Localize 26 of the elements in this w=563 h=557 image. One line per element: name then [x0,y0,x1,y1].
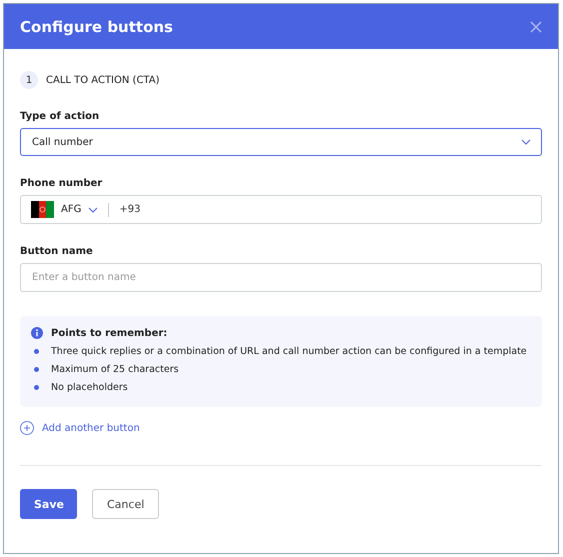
close-icon[interactable] [530,20,542,32]
button-name-input[interactable]: Enter a button name [20,263,542,292]
field-label: Button name [20,246,93,257]
info-item: Three quick replies or a combination of URL and call number action can be configured in a template [51,346,527,357]
field-label: Phone number [20,178,102,189]
flag-icon [31,201,54,218]
step-label: CALL TO ACTION (CTA) [46,74,160,86]
info-title: Points to remember: [51,328,168,338]
action-type-dropdown[interactable]: Call number [20,128,542,156]
field-label: Type of action [20,111,100,122]
plus-circle-icon[interactable] [20,421,34,435]
country-picker[interactable]: AFG [31,201,98,218]
bullet-icon [34,367,39,372]
chevron-down-icon [88,206,98,212]
bullet-icon [34,349,39,354]
bullet-icon [34,385,39,390]
chevron-down-icon [521,139,531,145]
cancel-button[interactable]: Cancel [92,489,159,519]
phone-field[interactable]: AFG +93 [20,195,542,224]
info-item: Maximum of 25 characters [51,364,179,375]
add-button-link[interactable]: Add another button [42,422,140,434]
info-icon [31,327,43,339]
dialog-title: Configure buttons [20,18,173,36]
step-number: 1 [20,71,38,89]
info-item: No placeholders [51,382,128,393]
save-button[interactable]: Save [20,489,77,519]
